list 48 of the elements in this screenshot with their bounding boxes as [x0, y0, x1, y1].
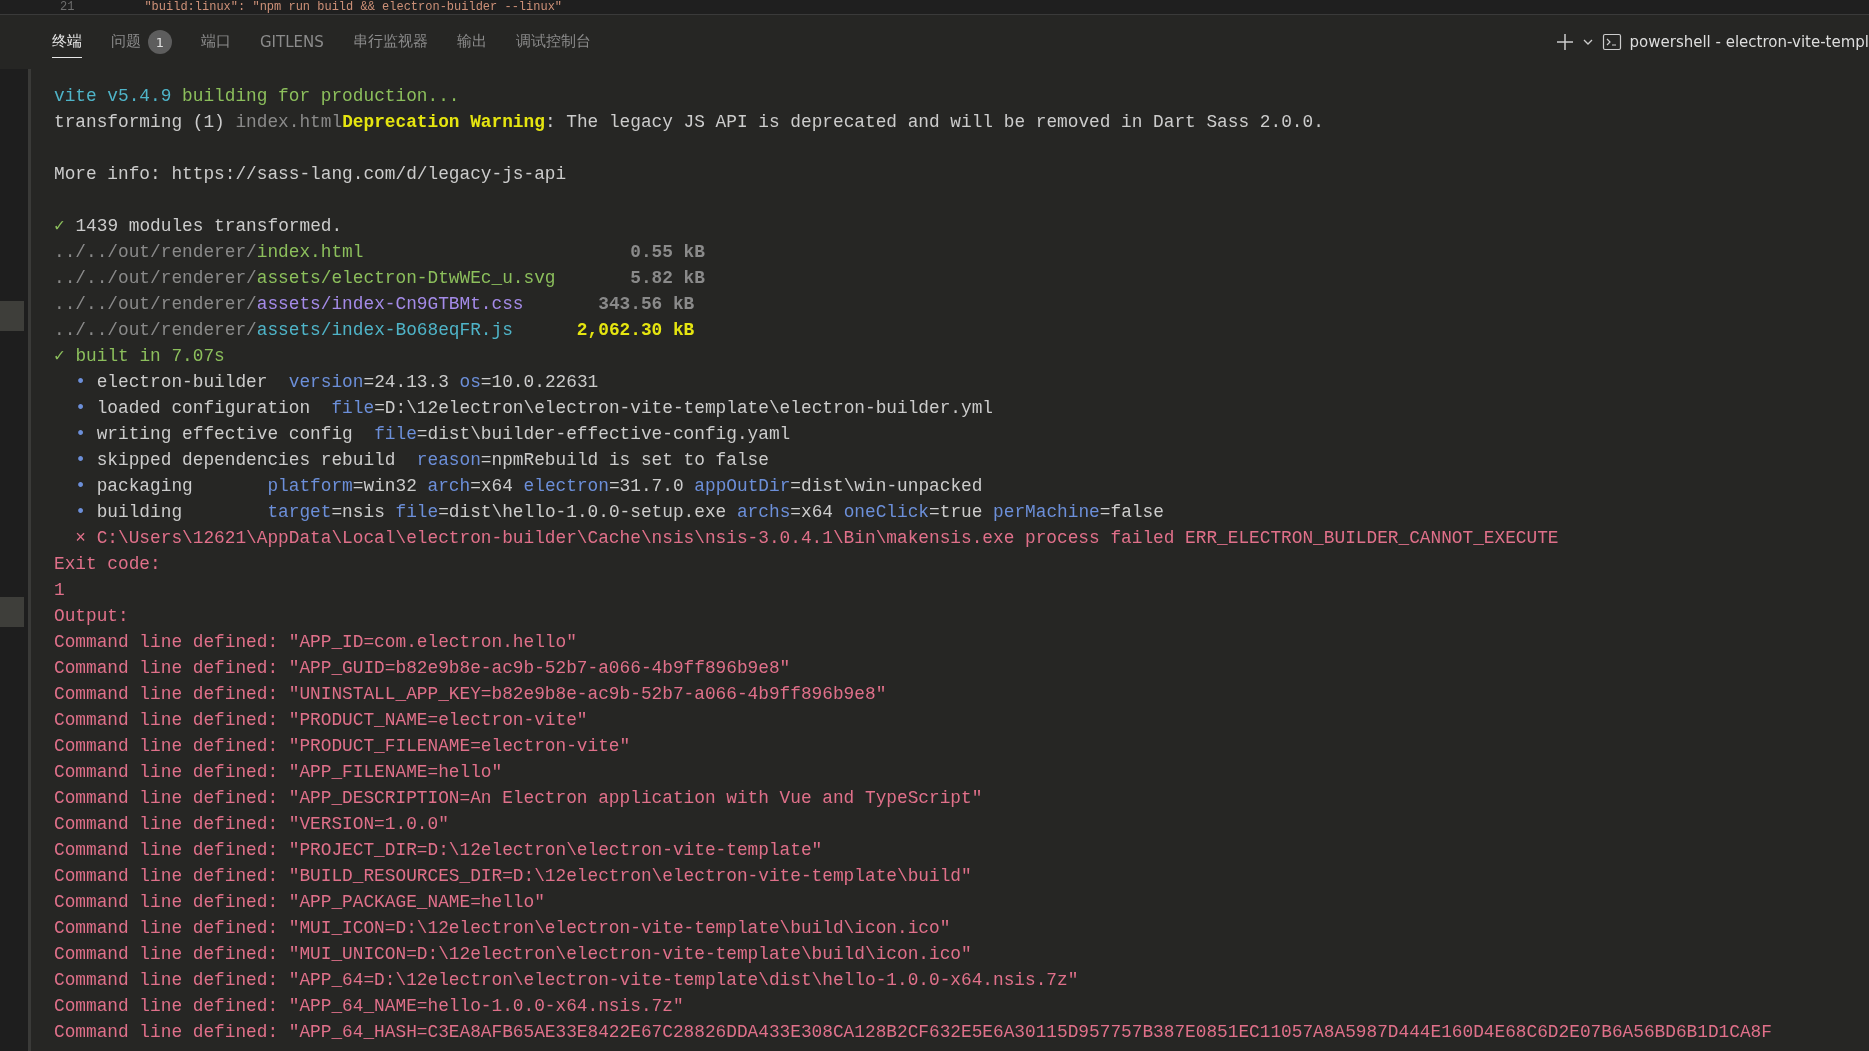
terminal-line: Output:: [54, 605, 130, 628]
terminal-line: Command line defined: "PRODUCT_FILENAME=electron-vite": [54, 735, 632, 758]
terminal-line: • packaging platform=win32 arch=x64 electron=31.7.0 appOutDir=dist\win-unpacked: [74, 475, 984, 498]
terminal-line: ../../out/renderer/assets/index-Bo68eqFR.js 2,062.30 kB: [54, 319, 696, 342]
panel-tab[interactable]: 问题: [111, 26, 141, 58]
terminal-line: • building target=nsis file=dist\hello-1.0.0-setup.exe archs=x64 oneClick=true perMachine=false: [74, 501, 1165, 524]
terminal-line: • skipped dependencies rebuild reason=npmRebuild is set to false: [74, 449, 770, 472]
terminal-line: 1: [54, 579, 66, 602]
terminal-line: • writing effective config file=dist\builder-effective-config.yaml: [74, 423, 792, 446]
panel-tab[interactable]: 串行监视器: [352, 26, 428, 58]
terminal-line: ../../out/renderer/assets/electron-DtwWEc_u.svg 5.82 kB: [54, 267, 706, 290]
panel-tab[interactable]: 输出: [456, 26, 487, 58]
terminal-line: Command line defined: "APP_64_NAME=hello-1.0.0-x64.nsis.7z": [54, 995, 685, 1018]
terminal-line: • loaded configuration file=D:\12electron\electron-vite-template\electron-builder.yml: [74, 397, 995, 420]
terminal-line: Command line defined: "VERSION=1.0.0": [54, 813, 450, 836]
terminal-line: ✓ 1439 modules transformed.: [54, 215, 344, 238]
terminal-title[interactable]: powershell - electron-vite-templ: [1629, 33, 1869, 51]
terminal-line: Command line defined: "BUILD_RESOURCES_DIR=D:\12electron\electron-vite-template\build": [54, 865, 973, 888]
terminal-line: Exit code:: [54, 553, 162, 576]
terminal-line: More info: https://sass-lang.com/d/legacy-js-api: [54, 163, 568, 186]
panel-tab[interactable]: 端口: [201, 26, 231, 58]
line-number: 21: [60, 0, 75, 14]
terminal-line: Command line defined: "APP_GUID=b82e9b8e-ac9b-52b7-a066-4b9ff896b9e8": [54, 657, 792, 680]
terminal-line: Command line defined: "APP_DESCRIPTION=An Electron application with Vue and TypeScript": [54, 787, 984, 810]
terminal-line: Command line defined: "MUI_ICON=D:\12electron\electron-vite-template\build\icon.ico": [54, 917, 952, 940]
terminal-line: transforming (1) index.htmlDeprecation Warning: The legacy JS API is deprecated and will be removed in Dart Sass 2.0.0.: [54, 111, 1325, 134]
code-line: "build:linux": "npm run build && electron-builder --linux": [144, 0, 563, 14]
terminal-line: Command line defined: "APP_64=D:\12electron\electron-vite-template\dist\hello-1.0.0-x64.nsis.7z": [54, 969, 1080, 992]
terminal-line: Command line defined: "APP_PACKAGE_NAME=hello": [54, 891, 546, 914]
terminal-line: Command line defined: "PROJECT_DIR=D:\12electron\electron-vite-template": [54, 839, 824, 862]
panel-tab[interactable]: 调试控制台: [515, 26, 591, 58]
panel-tab[interactable]: 终端: [52, 26, 82, 58]
terminal-line: vite v5.4.9 building for production...: [54, 85, 461, 108]
terminal-line: Command line defined: "APP_ID=com.electron.hello": [54, 631, 578, 654]
terminal-line: Command line defined: "APP_FILENAME=hello": [54, 761, 504, 784]
panel-tab[interactable]: GITLENS: [260, 26, 324, 58]
terminal-line: Command line defined: "APP_64_HASH=C3EA8AFB65AE33E8422E67C28826DDA433E308CA128B2CF632E5E6A30115D957757B387E0851EC11057A8A5987D444E160D4E68C6D2E07B6A56BD6B1D1CA8F: [54, 1021, 1772, 1044]
terminal-icon[interactable]: [1601, 32, 1622, 52]
terminal-line: ../../out/renderer/assets/index-Cn9GTBMt.css 343.56 kB: [54, 293, 696, 316]
terminal-line: Command line defined: "PRODUCT_NAME=electron-vite": [54, 709, 589, 732]
terminal-line: Command line defined: "UNINSTALL_APP_KEY=b82e9b8e-ac9b-52b7-a066-4b9ff896b9e8": [54, 683, 888, 706]
terminal-line: • electron-builder version=24.13.3 os=10.0.22631: [74, 371, 600, 394]
terminal-line: ✓ built in 7.07s: [54, 345, 226, 368]
terminal-line: Command line defined: "MUI_UNICON=D:\12electron\electron-vite-template\build\icon.ico": [54, 943, 973, 966]
count-badge: 1: [148, 30, 172, 54]
terminal-line: ../../out/renderer/index.html 0.55 kB: [54, 241, 706, 264]
terminal-line: × C:\Users\12621\AppData\Local\electron-builder\Cache\nsis\nsis-3.0.4.1\Bin\makensis.exe process failed ERR_ELECTRON_BUILDER_CANNOT_EXECUTE: [74, 527, 1560, 550]
plus-icon[interactable]: [1555, 33, 1574, 51]
